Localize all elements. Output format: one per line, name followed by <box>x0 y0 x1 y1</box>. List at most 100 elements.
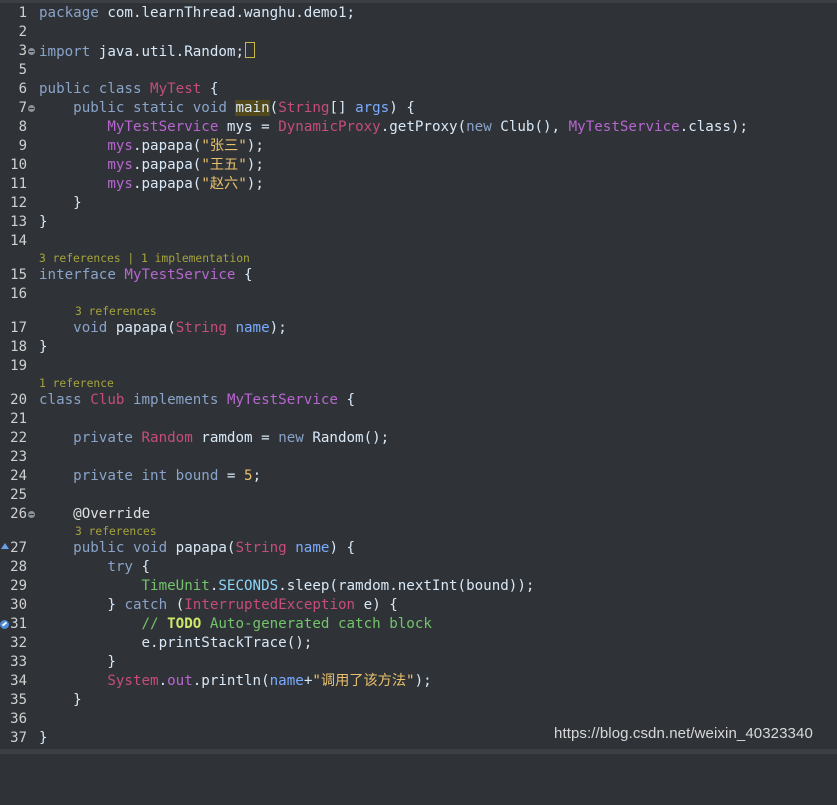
class-name: Club <box>81 392 125 408</box>
code-text: ) { <box>389 100 415 116</box>
line-number: 30 <box>10 597 27 613</box>
code-line[interactable]: 25 <box>0 486 837 505</box>
watermark: https://blog.csdn.net/weixin_40323340 <box>554 725 813 742</box>
code-line[interactable]: 21 <box>0 410 837 429</box>
code-line[interactable]: 23 <box>0 448 837 467</box>
code-line[interactable]: 10 mys.papapa("王五"); <box>0 156 837 175</box>
keyword: class <box>39 392 82 408</box>
variable-name: e <box>141 635 151 651</box>
code-text: ) { <box>372 597 398 613</box>
line-number: 20 <box>10 392 27 408</box>
fold-icon[interactable] <box>28 48 35 55</box>
code-text: ); <box>246 176 264 192</box>
code-line[interactable]: 26 @Override <box>0 505 837 524</box>
line-number: 11 <box>10 176 27 192</box>
code-line[interactable]: 28 try { <box>0 558 837 577</box>
code-line[interactable]: 1 package com.learnThread.wanghu.demo1; <box>0 4 837 23</box>
code-text: = <box>261 119 279 135</box>
keyword: import <box>39 44 91 60</box>
code-line[interactable]: 16 <box>0 285 837 304</box>
code-line[interactable]: 15 interface MyTestService { <box>0 266 837 285</box>
code-line[interactable]: 31 // TODO Auto-generated catch block <box>0 615 837 634</box>
keyword: catch <box>124 597 168 613</box>
code-line[interactable]: 8 MyTestService mys = DynamicProxy.getPr… <box>0 118 837 137</box>
line-number: 22 <box>10 430 27 446</box>
variable-name: mys <box>218 119 262 135</box>
code-text: } <box>107 654 116 670</box>
code-text: { <box>201 81 219 97</box>
code-text: } <box>73 692 82 708</box>
keyword: new <box>466 119 492 135</box>
code-line[interactable]: 27 public void papapa(String name) { <box>0 539 837 558</box>
method-name: papapa( <box>107 320 176 336</box>
code-editor[interactable]: 1 package com.learnThread.wanghu.demo1; … <box>0 4 837 748</box>
code-line[interactable]: 19 <box>0 357 837 376</box>
code-text: { <box>235 267 253 283</box>
code-line[interactable]: 34 System.out.println(name+"调用了该方法"); <box>0 672 837 691</box>
code-line[interactable]: 33 } <box>0 653 837 672</box>
code-line[interactable]: 13 } <box>0 213 837 232</box>
code-line[interactable]: 2 <box>0 23 837 42</box>
variable-name: mys <box>107 138 133 154</box>
line-number: 17 <box>10 320 27 336</box>
code-text: ); <box>269 320 287 336</box>
line-number: 3 <box>18 43 27 59</box>
code-text: = <box>218 468 245 484</box>
class-name: TimeUnit <box>141 578 210 594</box>
code-line[interactable]: 24 private int bound = 5; <box>0 467 837 486</box>
code-lens-references[interactable]: 3 references <box>0 524 837 539</box>
keyword: class <box>90 81 151 97</box>
param-name: name <box>269 673 304 689</box>
code-line[interactable]: 9 mys.papapa("张三"); <box>0 137 837 156</box>
keyword: package <box>39 5 99 21</box>
line-number: 29 <box>10 578 27 594</box>
code-text: } <box>73 195 82 211</box>
code-text: .printStackTrace(); <box>150 635 313 651</box>
interface-name: MyTestService <box>568 119 680 135</box>
line-number: 15 <box>10 267 27 283</box>
code-text: } <box>39 730 48 746</box>
code-text: ) { <box>329 540 356 556</box>
code-line[interactable]: 5 <box>0 61 837 80</box>
line-number: 2 <box>18 24 27 40</box>
code-text: .getProxy( <box>380 119 467 135</box>
code-line[interactable]: 11 mys.papapa("赵六"); <box>0 175 837 194</box>
code-line[interactable]: 17 void papapa(String name); <box>0 319 837 338</box>
keyword: try <box>107 559 133 575</box>
line-number: 27 <box>10 540 27 556</box>
line-number: 31 <box>10 616 27 632</box>
code-line[interactable]: 6 public class MyTest { <box>0 80 837 99</box>
line-number: 32 <box>10 635 27 651</box>
code-line[interactable]: 30 } catch (InterruptedException e) { <box>0 596 837 615</box>
keyword: implements <box>124 392 227 408</box>
line-number: 18 <box>10 339 27 355</box>
fold-icon[interactable] <box>28 511 35 518</box>
class-name: MyTest <box>150 81 202 97</box>
code-line[interactable]: 29 TimeUnit.SECONDS.sleep(ramdom.nextInt… <box>0 577 837 596</box>
code-lens-references[interactable]: 3 references | 1 implementation <box>0 251 837 266</box>
code-line[interactable]: 12 } <box>0 194 837 213</box>
code-line[interactable]: 32 e.printStackTrace(); <box>0 634 837 653</box>
code-text: } <box>39 214 48 230</box>
text-cursor <box>245 42 255 58</box>
code-line[interactable]: 18 } <box>0 338 837 357</box>
fold-icon[interactable] <box>28 105 35 112</box>
line-number: 24 <box>10 468 27 484</box>
todo-tag: TODO <box>167 616 202 632</box>
line-number: 12 <box>10 195 27 211</box>
code-lens-references[interactable]: 1 reference <box>0 376 837 391</box>
code-line[interactable]: 35 } <box>0 691 837 710</box>
code-line[interactable]: 22 private Random ramdom = new Random(); <box>0 429 837 448</box>
method-name: main <box>235 100 270 116</box>
code-lens-references[interactable]: 3 references <box>0 304 837 319</box>
line-number: 9 <box>18 138 27 154</box>
code-line[interactable]: 3 import java.util.Random; <box>0 42 837 61</box>
package-name: com.learnThread.wanghu.demo1; <box>98 5 356 21</box>
interface-name: MyTestService <box>115 267 236 283</box>
string-literal: "赵六" <box>201 176 247 192</box>
code-line[interactable]: 7 public static void main(String[] args)… <box>0 99 837 118</box>
code-line[interactable]: 14 <box>0 232 837 251</box>
code-text: .class); <box>679 119 749 135</box>
keyword: public void <box>73 540 176 556</box>
code-line[interactable]: 20 class Club implements MyTestService { <box>0 391 837 410</box>
